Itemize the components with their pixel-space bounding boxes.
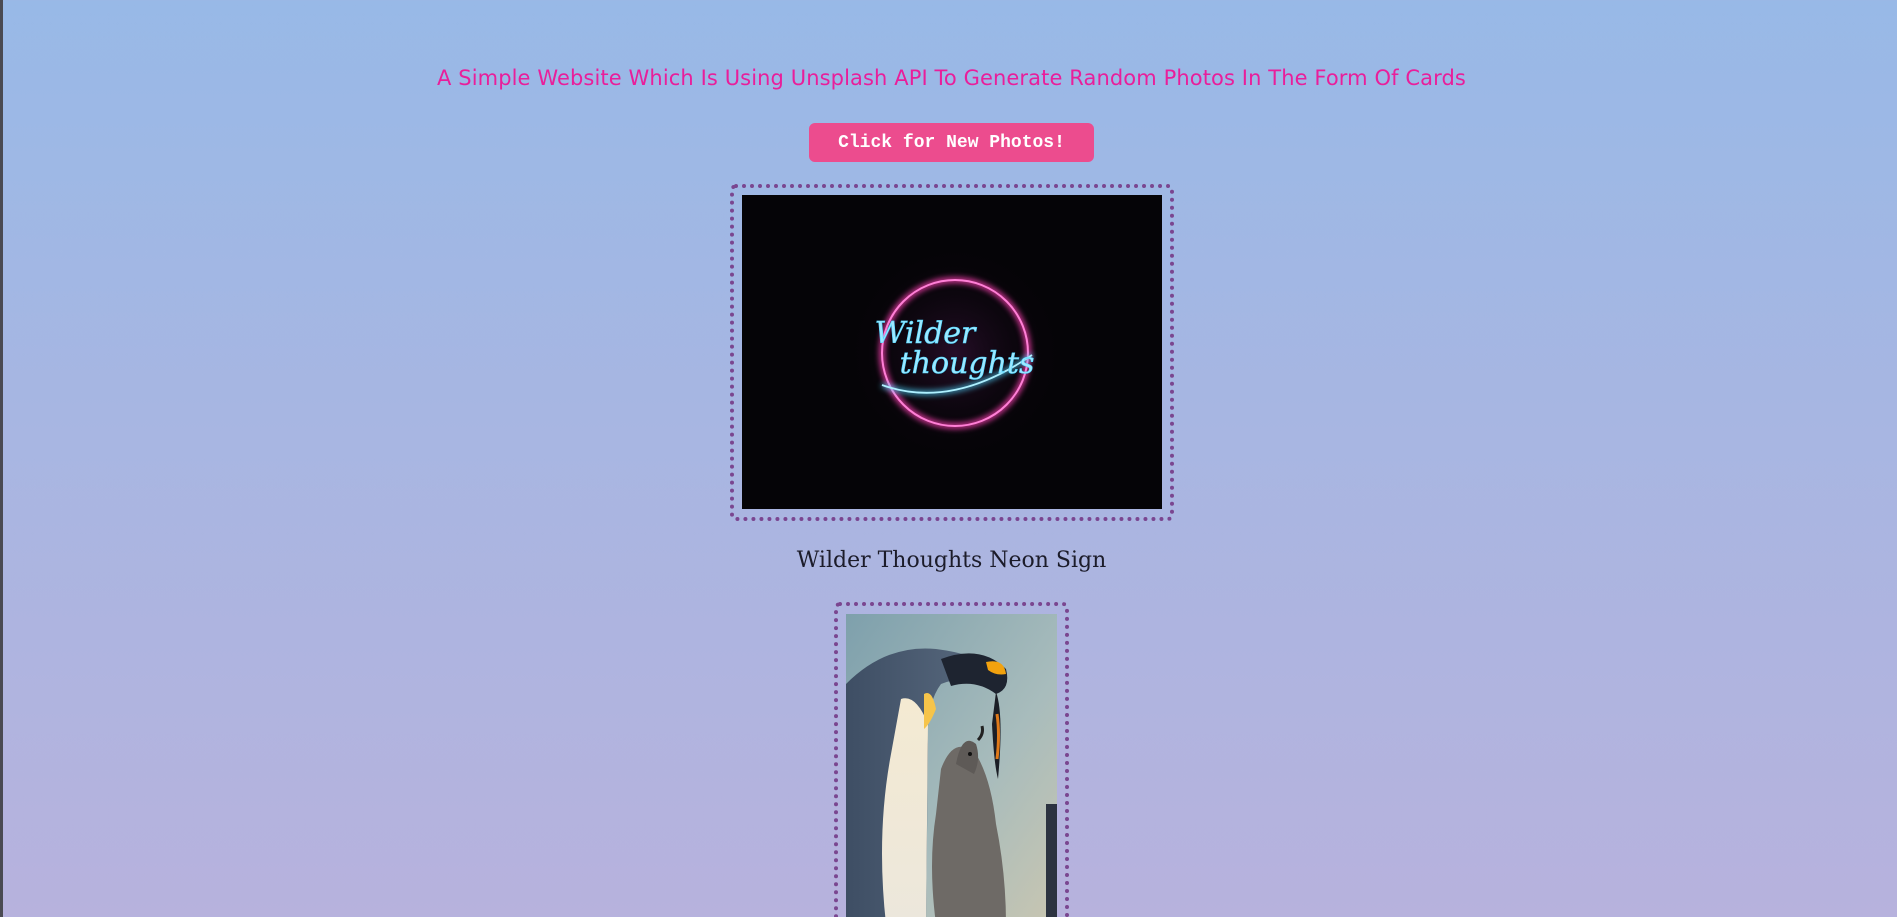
new-photos-button[interactable]: Click for New Photos! bbox=[809, 123, 1094, 162]
photo-card-caption: Wilder Thoughts Neon Sign bbox=[796, 548, 1107, 573]
page-content: A Simple Website Which Is Using Unsplash… bbox=[0, 0, 1897, 917]
page-headline: A Simple Website Which Is Using Unsplash… bbox=[437, 66, 1466, 90]
neon-sign-illustration: Wilder thoughts bbox=[742, 195, 1162, 509]
photo-card-image-neon-sign[interactable]: Wilder thoughts bbox=[742, 195, 1162, 509]
photo-card-image-penguins[interactable] bbox=[846, 614, 1057, 917]
neon-text-line2: thoughts bbox=[900, 346, 1035, 381]
penguins-illustration bbox=[846, 614, 1057, 917]
